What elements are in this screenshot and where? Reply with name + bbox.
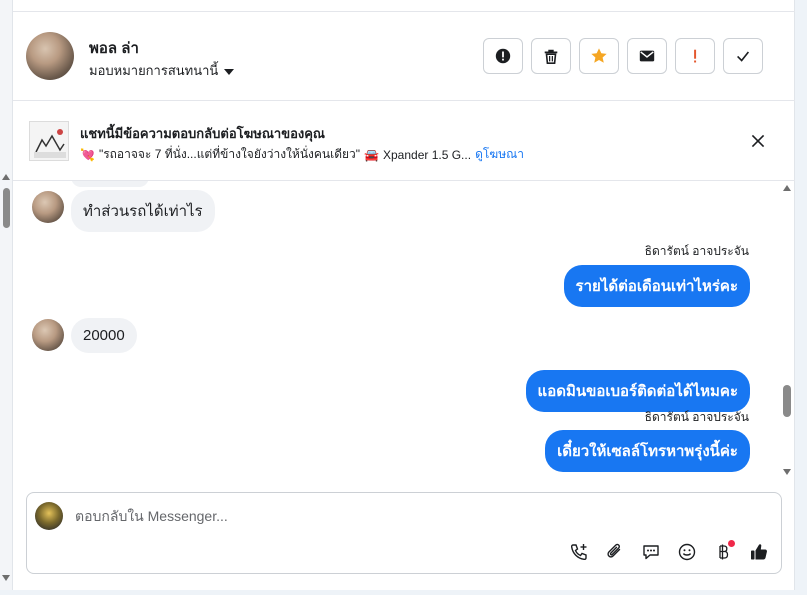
- ad-reply-title: แชทนี้มีข้อความตอบกลับต่อโฆษณาของคุณ: [80, 126, 325, 141]
- thumbs-up-icon: [751, 544, 767, 560]
- ad-product-text: Xpander 1.5 G...: [383, 147, 472, 162]
- car-emoji-icon: 🚘: [364, 147, 379, 162]
- message-thread[interactable]: ทำส่วนรถได้เท่าไร ธิดารัตน์ อาจประจัน รา…: [13, 181, 795, 481]
- flag-important-button[interactable]: [675, 38, 715, 74]
- close-icon: [751, 134, 765, 148]
- assign-conversation-dropdown[interactable]: มอบหมายการสนทนานี้: [89, 60, 235, 81]
- sender-name: ธิดารัตน์ อาจประจัน: [644, 410, 749, 424]
- view-ad-link[interactable]: ดูโฆษณา: [475, 145, 524, 164]
- header-actions: [483, 38, 763, 74]
- envelope-icon: [639, 50, 655, 62]
- mark-unread-button[interactable]: [627, 38, 667, 74]
- trash-icon: [544, 49, 558, 65]
- emoji-button[interactable]: [675, 540, 699, 564]
- thread-scrollbar[interactable]: [779, 181, 795, 481]
- ad-thumbnail[interactable]: [29, 121, 69, 161]
- message-bubble-incoming[interactable]: 20000: [71, 318, 137, 353]
- notification-dot: [728, 540, 735, 547]
- page-scrollbar[interactable]: [0, 0, 13, 590]
- page-scroll-thumb[interactable]: [3, 188, 10, 228]
- ad-quote-text: "รถอาจจะ 7 ที่นั่ง...แต่ที่ข้างใจยังว่าง…: [98, 147, 361, 161]
- contact-name[interactable]: พอล ล่า: [89, 36, 139, 60]
- saved-replies-button[interactable]: [639, 540, 663, 564]
- contact-avatar-small[interactable]: [32, 191, 64, 223]
- previous-message-bubble: [71, 181, 149, 187]
- panel-top-divider: [13, 0, 795, 12]
- message-bubble-incoming[interactable]: ทำส่วนรถได้เท่าไร: [71, 190, 215, 232]
- emoji-icon: [678, 543, 696, 561]
- composer-tools: [567, 540, 771, 564]
- message-bubble-outgoing[interactable]: รายได้ต่อเดือนเท่าไหร่คะ: [563, 265, 750, 307]
- scroll-up-arrow-icon[interactable]: [783, 185, 791, 191]
- exclamation-circle-icon: [495, 48, 511, 64]
- contact-avatar[interactable]: [26, 32, 74, 80]
- close-banner-button[interactable]: [748, 131, 768, 151]
- reply-input[interactable]: [75, 505, 675, 527]
- call-add-icon: [570, 544, 587, 561]
- paperclip-icon: [607, 543, 621, 558]
- payment-button[interactable]: [711, 540, 735, 564]
- star-icon: [591, 48, 607, 63]
- mark-spam-button[interactable]: [483, 38, 523, 74]
- scroll-down-arrow-icon[interactable]: [2, 575, 10, 581]
- heart-emoji-icon: 💘: [80, 147, 95, 162]
- conversation-header: พอล ล่า มอบหมายการสนทนานี้: [13, 12, 795, 101]
- check-icon: [737, 51, 750, 62]
- contact-avatar-small[interactable]: [32, 319, 64, 351]
- scroll-up-arrow-icon[interactable]: [2, 174, 10, 180]
- sender-name: ธิดารัตน์ อาจประจัน: [644, 244, 749, 258]
- message-bubble-outgoing[interactable]: เดี๋ยวให้เซลล์โทรหาพรุ่งนี้ค่ะ: [545, 430, 750, 472]
- mark-done-button[interactable]: [723, 38, 763, 74]
- delete-button[interactable]: [531, 38, 571, 74]
- scroll-down-arrow-icon[interactable]: [783, 469, 791, 475]
- assign-conversation-label: มอบหมายการสนทนานี้: [89, 63, 219, 78]
- call-button[interactable]: [567, 540, 591, 564]
- ad-image-icon: [30, 122, 68, 160]
- conversation-panel: พอล ล่า มอบหมายการสนทนานี้ แชทนี้มีข้อคว…: [13, 0, 795, 590]
- star-button[interactable]: [579, 38, 619, 74]
- chat-bubble-icon: [643, 545, 659, 560]
- message-bubble-outgoing[interactable]: แอดมินขอเบอร์ติดต่อได้ไหมคะ: [525, 370, 750, 412]
- ad-reply-banner: แชทนี้มีข้อความตอบกลับต่อโฆษณาของคุณ 💘 "…: [13, 101, 795, 181]
- page-avatar: [35, 502, 63, 530]
- attach-button[interactable]: [603, 540, 627, 564]
- reply-composer: [26, 492, 782, 574]
- caret-down-icon: [224, 68, 235, 75]
- exclamation-icon: [694, 49, 697, 63]
- ad-reply-subtitle: 💘 "รถอาจจะ 7 ที่นั่ง...แต่ที่ข้างใจยังว่…: [80, 145, 524, 164]
- thread-scroll-thumb[interactable]: [783, 385, 791, 417]
- like-button[interactable]: [747, 540, 771, 564]
